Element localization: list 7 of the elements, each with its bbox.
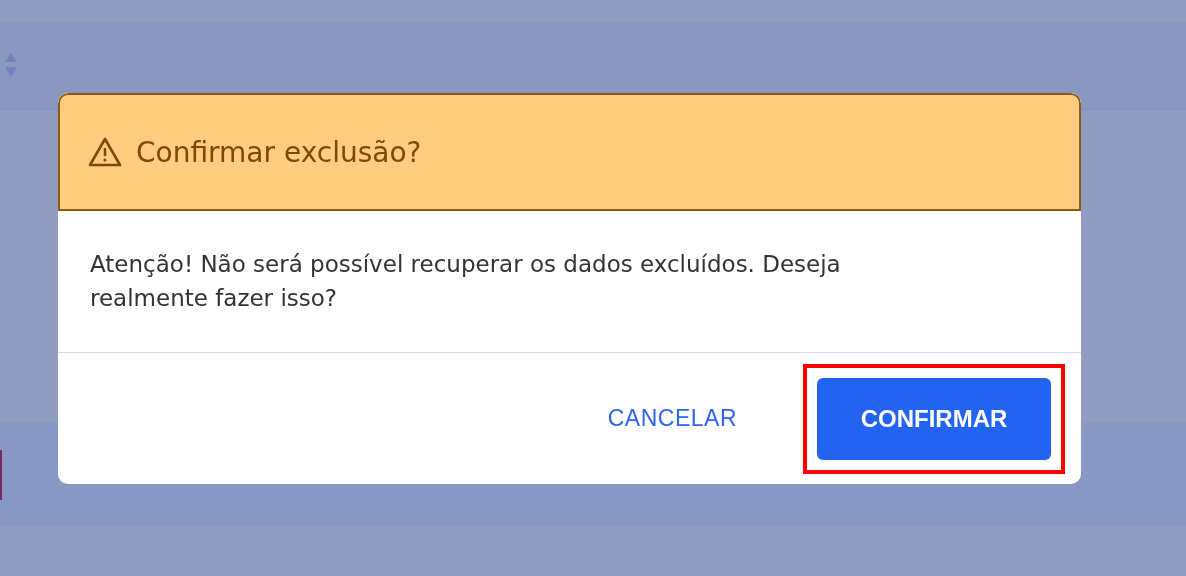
dialog-title: Confirmar exclusão?	[136, 135, 422, 169]
cancel-button[interactable]: CANCELAR	[601, 405, 743, 432]
confirm-button[interactable]: CONFIRMAR	[817, 377, 1051, 460]
dialog-message: Atenção! Não será possível recuperar os dados excluídos. Deseja realmente fazer isso?	[90, 250, 842, 313]
sort-icon[interactable]	[4, 52, 18, 79]
warning-icon	[88, 137, 122, 167]
row-marker	[0, 450, 2, 500]
